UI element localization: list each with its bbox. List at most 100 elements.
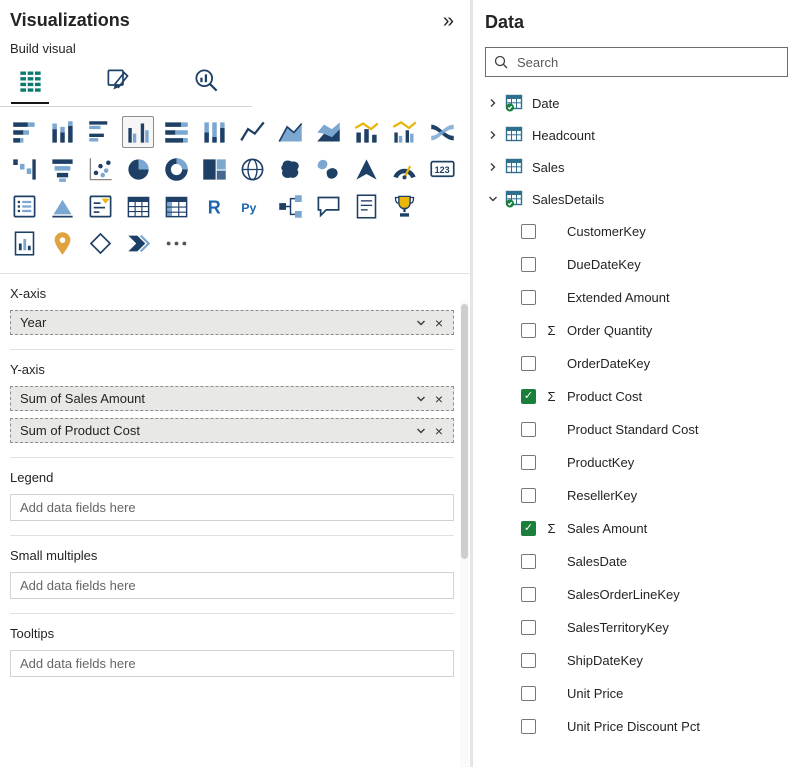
- field-checkbox[interactable]: [521, 554, 536, 569]
- tab-format-visual[interactable]: [98, 60, 138, 100]
- paginated-report-icon[interactable]: [8, 227, 40, 259]
- scrollbar-thumb[interactable]: [461, 304, 468, 559]
- area-chart-icon[interactable]: [274, 116, 306, 148]
- line-and-stacked-column-chart-icon[interactable]: [350, 116, 382, 148]
- table-row-salesdetails[interactable]: SalesDetails: [485, 183, 790, 215]
- line-chart-icon[interactable]: [236, 116, 268, 148]
- funnel-chart-icon[interactable]: [46, 153, 78, 185]
- power-apps-icon[interactable]: [84, 227, 116, 259]
- field-row-orderdatekey[interactable]: OrderDateKey: [485, 347, 790, 380]
- gauge-icon[interactable]: [388, 153, 420, 185]
- map-icon[interactable]: [236, 153, 268, 185]
- treemap-icon[interactable]: [198, 153, 230, 185]
- chevron-down-icon[interactable]: [485, 193, 501, 205]
- field-row-product-cost[interactable]: ✓ΣProduct Cost: [485, 380, 790, 413]
- stacked-column-chart-icon[interactable]: [46, 116, 78, 148]
- waterfall-chart-icon[interactable]: [8, 153, 40, 185]
- matrix-icon[interactable]: [160, 190, 192, 222]
- remove-field-icon[interactable]: ×: [431, 392, 447, 406]
- scatter-chart-icon[interactable]: [84, 153, 116, 185]
- tab-build-visual[interactable]: [10, 60, 50, 100]
- table-icon[interactable]: [122, 190, 154, 222]
- chevron-right-icon[interactable]: [485, 97, 501, 109]
- field-checkbox[interactable]: [521, 422, 536, 437]
- smart-narrative-icon[interactable]: [350, 190, 382, 222]
- chevron-down-icon[interactable]: [411, 393, 431, 405]
- power-automate-icon[interactable]: [122, 227, 154, 259]
- field-row-salesorderlinekey[interactable]: SalesOrderLineKey: [485, 578, 790, 611]
- chevron-down-icon[interactable]: [411, 425, 431, 437]
- search-input[interactable]: [515, 54, 779, 71]
- field-checkbox[interactable]: [521, 653, 536, 668]
- field-pill[interactable]: Year×: [10, 310, 454, 335]
- field-row-extended-amount[interactable]: Extended Amount: [485, 281, 790, 314]
- field-row-product-standard-cost[interactable]: Product Standard Cost: [485, 413, 790, 446]
- field-checkbox[interactable]: [521, 620, 536, 635]
- slicer-icon[interactable]: [84, 190, 116, 222]
- field-row-order-quantity[interactable]: ΣOrder Quantity: [485, 314, 790, 347]
- field-checkbox[interactable]: [521, 224, 536, 239]
- shape-map-icon[interactable]: [312, 153, 344, 185]
- field-row-sales-amount[interactable]: ✓ΣSales Amount: [485, 512, 790, 545]
- metrics-icon[interactable]: [388, 190, 420, 222]
- 100-stacked-column-chart-icon[interactable]: [198, 116, 230, 148]
- table-row-sales[interactable]: Sales: [485, 151, 790, 183]
- field-row-unit-price-discount-pct[interactable]: Unit Price Discount Pct: [485, 710, 790, 743]
- field-checkbox[interactable]: [521, 455, 536, 470]
- field-row-shipdatekey[interactable]: ShipDateKey: [485, 644, 790, 677]
- remove-field-icon[interactable]: ×: [431, 316, 447, 330]
- field-checkbox[interactable]: [521, 587, 536, 602]
- more-visuals-icon[interactable]: [160, 227, 192, 259]
- python-visual-icon[interactable]: Py: [236, 190, 268, 222]
- donut-chart-icon[interactable]: [160, 153, 192, 185]
- field-checkbox[interactable]: [521, 356, 536, 371]
- azure-map-icon[interactable]: [350, 153, 382, 185]
- field-row-productkey[interactable]: ProductKey: [485, 446, 790, 479]
- line-and-clustered-column-chart-icon[interactable]: [388, 116, 420, 148]
- field-checkbox[interactable]: ✓: [521, 521, 536, 536]
- kpi-icon[interactable]: [46, 190, 78, 222]
- filled-map-icon[interactable]: [274, 153, 306, 185]
- tab-analytics[interactable]: [186, 60, 226, 100]
- r-script-icon[interactable]: R: [198, 190, 230, 222]
- field-row-unit-price[interactable]: Unit Price: [485, 677, 790, 710]
- field-pill[interactable]: Sum of Product Cost×: [10, 418, 454, 443]
- chevron-right-icon[interactable]: [485, 161, 501, 173]
- chevron-down-icon[interactable]: [411, 317, 431, 329]
- scrollbar[interactable]: [460, 300, 469, 767]
- empty-field-well[interactable]: Add data fields here: [10, 572, 454, 599]
- remove-field-icon[interactable]: ×: [431, 424, 447, 438]
- field-row-customerkey[interactable]: CustomerKey: [485, 215, 790, 248]
- search-box[interactable]: [485, 47, 788, 77]
- field-row-duedatekey[interactable]: DueDateKey: [485, 248, 790, 281]
- field-pill[interactable]: Sum of Sales Amount×: [10, 386, 454, 411]
- table-row-headcount[interactable]: Headcount: [485, 119, 790, 151]
- pie-chart-icon[interactable]: [122, 153, 154, 185]
- arcgis-map-icon[interactable]: [46, 227, 78, 259]
- stacked-bar-chart-icon[interactable]: [8, 116, 40, 148]
- empty-field-well[interactable]: Add data fields here: [10, 650, 454, 677]
- field-checkbox[interactable]: [521, 290, 536, 305]
- chevron-right-icon[interactable]: [485, 129, 501, 141]
- empty-field-well[interactable]: Add data fields here: [10, 494, 454, 521]
- ribbon-chart-icon[interactable]: [426, 116, 458, 148]
- field-checkbox[interactable]: [521, 323, 536, 338]
- card-icon[interactable]: 123: [426, 153, 458, 185]
- table-row-date[interactable]: Date: [485, 87, 790, 119]
- collapse-pane-icon[interactable]: »: [443, 11, 454, 31]
- field-row-salesterritorykey[interactable]: SalesTerritoryKey: [485, 611, 790, 644]
- stacked-area-chart-icon[interactable]: [312, 116, 344, 148]
- qa-icon[interactable]: [312, 190, 344, 222]
- field-checkbox[interactable]: [521, 719, 536, 734]
- clustered-column-chart-icon[interactable]: [122, 116, 154, 148]
- field-checkbox[interactable]: [521, 686, 536, 701]
- clustered-bar-chart-icon[interactable]: [84, 116, 116, 148]
- field-checkbox[interactable]: [521, 257, 536, 272]
- 100-stacked-bar-chart-icon[interactable]: [160, 116, 192, 148]
- field-row-salesdate[interactable]: SalesDate: [485, 545, 790, 578]
- decomposition-tree-icon[interactable]: [274, 190, 306, 222]
- field-row-resellerkey[interactable]: ResellerKey: [485, 479, 790, 512]
- field-checkbox[interactable]: ✓: [521, 389, 536, 404]
- multi-row-card-icon[interactable]: [8, 190, 40, 222]
- field-checkbox[interactable]: [521, 488, 536, 503]
